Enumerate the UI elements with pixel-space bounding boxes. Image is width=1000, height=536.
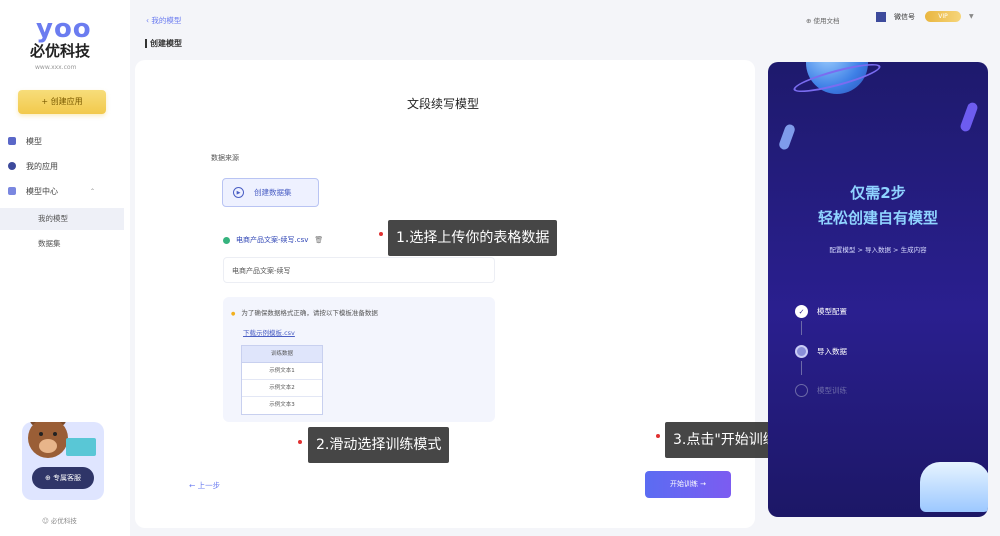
avatar — [876, 11, 886, 22]
logo-url: www.xxx.com — [35, 64, 77, 71]
check-icon — [223, 236, 230, 244]
current-step-icon — [795, 345, 808, 358]
customer-service-button[interactable]: ⊕ 专属客服 — [32, 467, 94, 489]
table-row: 示例文本1 — [242, 363, 322, 380]
annotation-step-1: 1.选择上传你的表格数据 — [388, 220, 558, 256]
promo-panel: 仅需2步 轻松创建自有模型 配置模型 > 导入数据 > 生成内容 ✓ 模型配置 … — [768, 62, 988, 517]
sidebar-item-label: 模型中心 — [26, 186, 58, 196]
check-icon: ✓ — [795, 305, 808, 318]
breadcrumb[interactable]: ‹ 我的模型 — [146, 15, 181, 26]
promo-headline: 仅需2步 — [850, 184, 906, 202]
annotation-marker — [656, 434, 660, 438]
table-row: 示例文本3 — [269, 402, 295, 408]
chevron-down-icon: ▼ — [969, 13, 974, 20]
docs-link[interactable]: ⊕ 使用文档 — [806, 15, 840, 25]
sidebar-item-datasets[interactable]: 数据集 — [0, 233, 124, 255]
dataset-select[interactable]: 电商产品文案-续写 — [223, 257, 495, 283]
step-model-training: 模型训练 — [795, 384, 847, 397]
annotation-marker — [298, 440, 302, 444]
previous-step-button[interactable]: ← 上一步 — [189, 480, 220, 491]
promo-flow: 配置模型 > 导入数据 > 生成内容 — [829, 246, 927, 254]
chevron-up-icon: ⌃ — [90, 187, 96, 195]
step-connector — [801, 321, 802, 335]
create-dataset-label: 创建数据集 — [254, 188, 292, 197]
logo-chinese: 必优科技 — [30, 42, 91, 60]
model-center-icon — [8, 187, 16, 195]
table-header: 训练数据 — [242, 346, 322, 363]
data-source-label: 数据来源 — [211, 154, 239, 162]
model-icon — [8, 137, 16, 145]
create-app-button[interactable]: + 创建应用 — [18, 90, 106, 114]
step-import-data: 导入数据 — [795, 345, 847, 358]
page-title: 创建模型 — [145, 39, 182, 48]
file-name: 电商产品文案-续写.csv — [236, 236, 309, 244]
tip-text: 为了确保数据格式正确，请按以下模板准备数据 — [231, 307, 378, 317]
template-download-link[interactable]: 下载示例模板.csv — [243, 327, 295, 337]
user-menu[interactable]: 微信号 VIP ▼ — [876, 11, 974, 22]
sidebar-item-my-apps[interactable]: 我的应用 — [8, 157, 124, 175]
table-row: 示例文本2 — [242, 380, 322, 397]
step-label: 模型训练 — [817, 386, 847, 395]
start-training-button[interactable]: 开始训练 → — [645, 471, 731, 498]
delete-icon[interactable]: 🗑 — [314, 236, 323, 244]
template-tip-panel: 为了确保数据格式正确，请按以下模板准备数据 下载示例模板.csv 训练数据 示例… — [223, 297, 495, 422]
sidebar: yoo 必优科技 www.xxx.com + 创建应用 模型 我的应用 模型中心… — [0, 0, 130, 536]
sidebar-item-label: 我的应用 — [26, 161, 58, 171]
footer-brand: ☺ 必优科技 — [42, 517, 77, 525]
sidebar-item-my-models[interactable]: 我的模型 — [0, 208, 124, 230]
sidebar-item-model[interactable]: 模型 — [8, 132, 124, 150]
play-icon: ▶ — [233, 187, 244, 198]
cloud-icon — [920, 462, 988, 512]
promo-subheadline: 轻松创建自有模型 — [817, 209, 938, 227]
annotation-marker — [379, 232, 383, 236]
step-label: 导入数据 — [817, 347, 847, 356]
annotation-step-2: 2.滑动选择训练模式 — [308, 427, 450, 463]
decoration-icon — [959, 101, 979, 133]
step-model-config: ✓ 模型配置 — [795, 305, 847, 318]
sidebar-item-label: 模型 — [26, 136, 42, 146]
uploaded-file[interactable]: 电商产品文案-续写.csv 🗑 — [223, 235, 323, 245]
example-table: 训练数据 示例文本1 示例文本2 示例文本3 — [241, 345, 323, 415]
apps-icon — [8, 162, 16, 170]
pending-step-icon — [795, 384, 808, 397]
step-label: 模型配置 — [817, 307, 847, 316]
step-connector — [801, 361, 802, 375]
create-dataset-button[interactable]: ▶ 创建数据集 — [222, 178, 319, 207]
model-title: 文段续写模型 — [407, 97, 480, 111]
user-name: 微信号 — [894, 12, 915, 21]
decoration-icon — [777, 123, 797, 151]
sidebar-item-model-center[interactable]: 模型中心 ⌃ — [8, 182, 124, 200]
vip-badge: VIP — [925, 11, 961, 22]
